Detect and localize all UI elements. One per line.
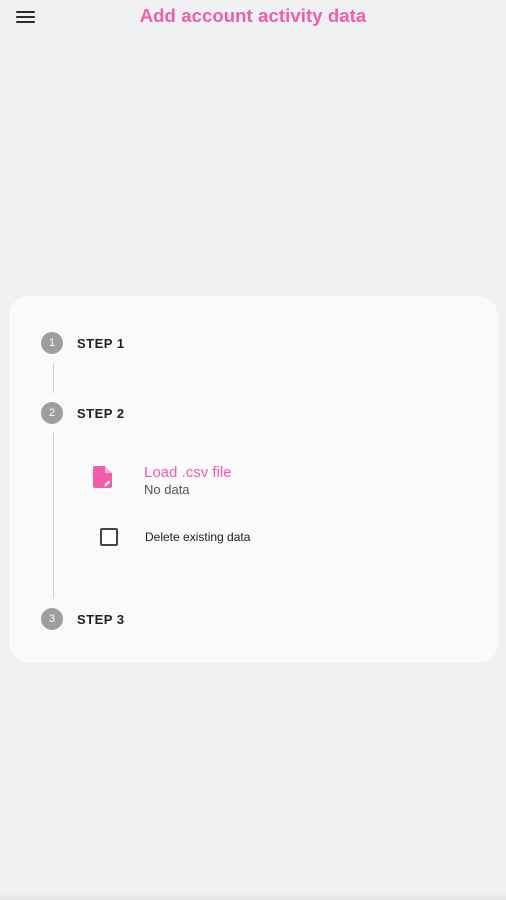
stepper-card: 1 STEP 1 2 STEP 2 Load .csv file No data… (9, 296, 498, 663)
step-1-label: STEP 1 (77, 335, 125, 351)
bottom-edge (0, 892, 506, 900)
step-connector (53, 363, 54, 393)
delete-existing-option: Delete existing data (100, 528, 250, 546)
step-1-number: 1 (41, 332, 63, 354)
file-upload-icon (93, 466, 112, 488)
delete-existing-label: Delete existing data (145, 530, 251, 544)
load-csv-label: Load .csv file (144, 464, 232, 481)
page-title: Add account activity data (139, 5, 367, 26)
app-bar: Add account activity data (0, 0, 506, 34)
step-3-label: STEP 3 (77, 611, 125, 627)
load-status: No data (144, 482, 190, 497)
step-1-header[interactable]: 1 STEP 1 (41, 332, 125, 354)
load-csv-button[interactable]: Load .csv file No data (93, 464, 232, 502)
delete-existing-checkbox[interactable] (100, 528, 118, 546)
step-3-header[interactable]: 3 STEP 3 (41, 608, 125, 630)
step-2-content-line (53, 433, 54, 598)
step-2-label: STEP 2 (77, 405, 125, 421)
step-3-number: 3 (41, 608, 63, 630)
step-2-header[interactable]: 2 STEP 2 (41, 402, 125, 424)
step-2-number: 2 (41, 402, 63, 424)
